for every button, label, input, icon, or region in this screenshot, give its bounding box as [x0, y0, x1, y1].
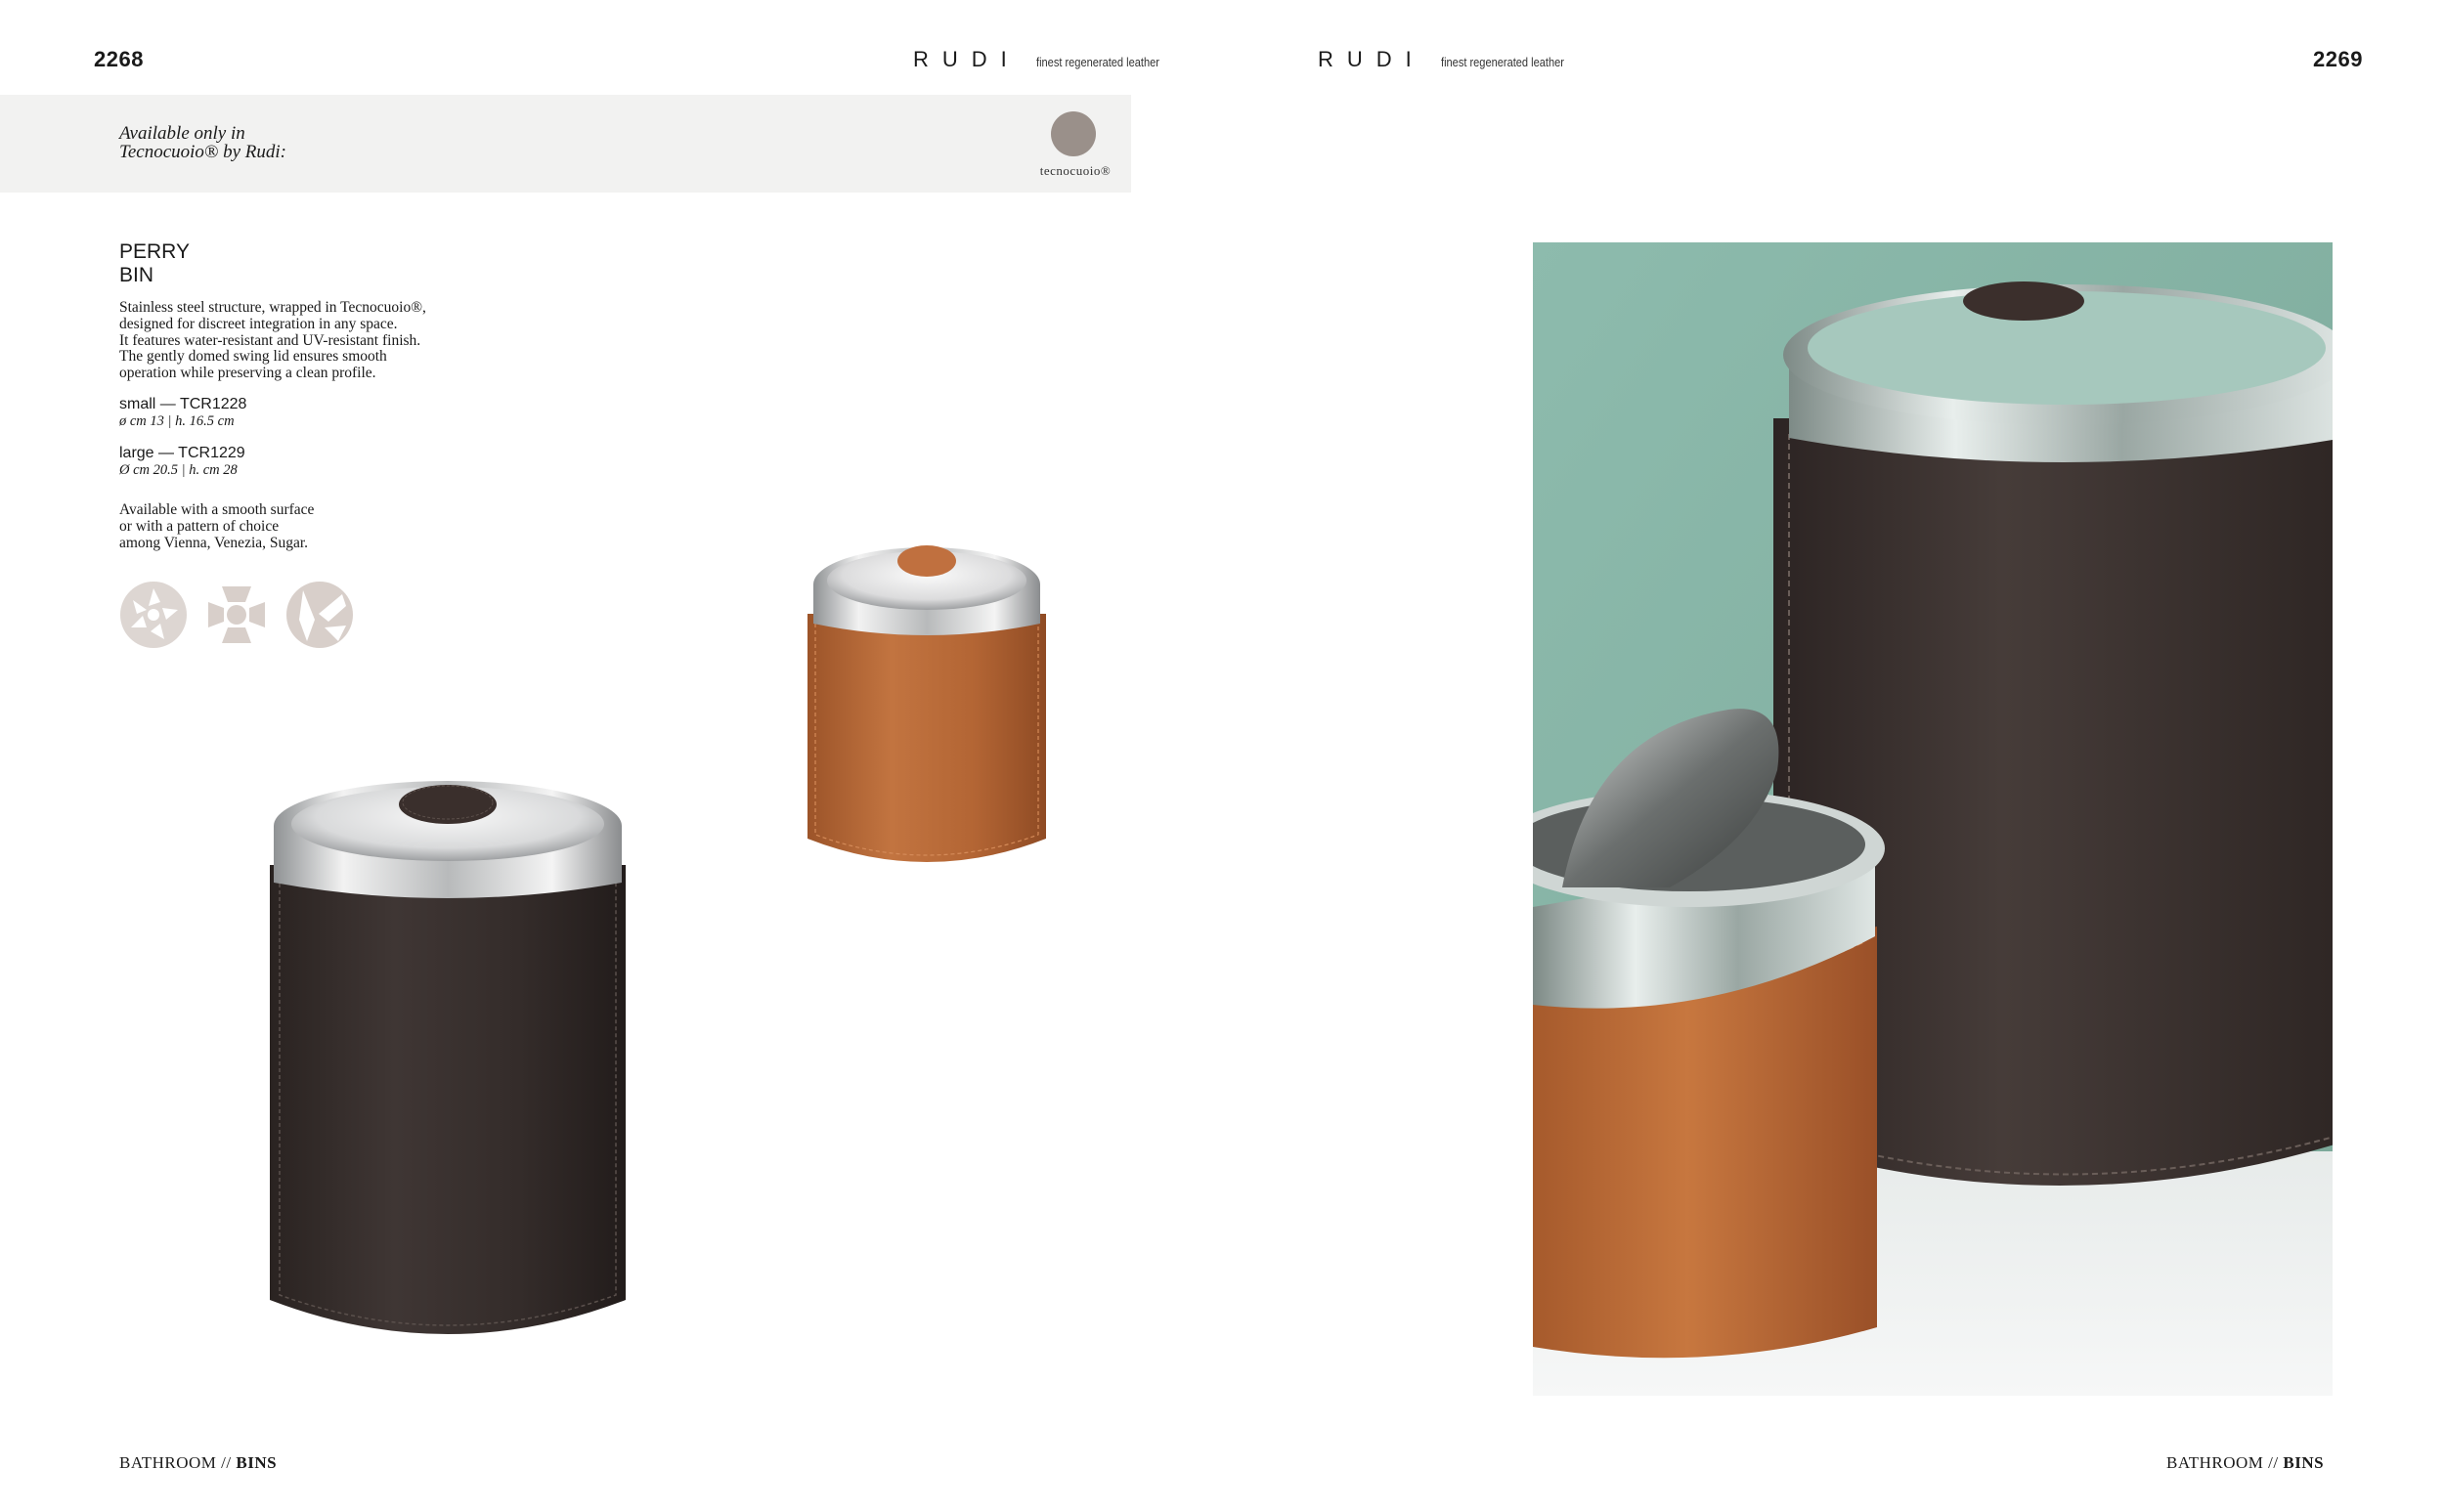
material-swatch [1051, 111, 1096, 156]
description-line: Stainless steel structure, wrapped in Te… [119, 299, 426, 316]
variant-dimensions: ø cm 13 | h. 16.5 cm [119, 413, 235, 429]
product-description: Stainless steel structure, wrapped in Te… [119, 299, 530, 382]
availability-line-1: Available only in [119, 123, 245, 144]
variant-code: small — TCR1228 [119, 396, 247, 412]
lifestyle-photo [1533, 242, 2333, 1396]
brand-header-left: RUDI finest regenerated leather [913, 47, 1181, 72]
variant-code: large — TCR1229 [119, 445, 245, 461]
brand-tagline: finest regenerated leather [1440, 55, 1564, 69]
footer-section-left: BATHROOM // BINS [119, 1453, 277, 1473]
description-line: operation while preserving a clean profi… [119, 365, 376, 382]
brand-header-right: RUDI finest regenerated leather [1318, 47, 1586, 72]
brand-logo-text: RUDI [913, 47, 1021, 71]
finish-note-line: among Vienna, Venezia, Sugar. [119, 534, 309, 551]
product-title-line-1: PERRY [119, 240, 190, 263]
footer-section-label: BATHROOM // [119, 1453, 232, 1472]
availability-text: Available only in Tecnocuoio® by Rudi: [119, 124, 286, 161]
brand-logo-text: RUDI [1318, 47, 1425, 71]
pattern-sugar-swatch [286, 582, 353, 648]
footer-category: BINS [236, 1453, 278, 1472]
pattern-venezia-swatch [203, 582, 270, 648]
finish-note: Available with a smooth surface or with … [119, 501, 315, 551]
brand-tagline: finest regenerated leather [1035, 55, 1159, 69]
large-bin-product-image [270, 781, 626, 1334]
availability-band: Available only in Tecnocuoio® by Rudi: t… [0, 95, 1131, 193]
page-number-left: 2268 [94, 47, 144, 71]
pattern-vienna-swatch [120, 582, 187, 648]
availability-line-2: Tecnocuoio® by Rudi: [119, 142, 286, 162]
footer-category: BINS [2283, 1453, 2325, 1472]
footer-section-label: BATHROOM // [2166, 1453, 2279, 1472]
description-line: It features water-resistant and UV-resis… [119, 331, 421, 349]
variant-small: small — TCR1228 ø cm 13 | h. 16.5 cm [119, 396, 246, 429]
small-bin-product-image [807, 545, 1046, 862]
product-title: PERRY BIN [119, 240, 190, 287]
variant-dimensions: Ø cm 20.5 | h. cm 28 [119, 462, 238, 478]
finish-note-line: or with a pattern of choice [119, 517, 280, 535]
product-title-line-2: BIN [119, 264, 154, 286]
finish-note-line: Available with a smooth surface [119, 501, 315, 518]
description-line: designed for discreet integration in any… [119, 315, 398, 332]
variant-large: large — TCR1229 Ø cm 20.5 | h. cm 28 [119, 445, 245, 478]
description-line: The gently domed swing lid ensures smoot… [119, 348, 387, 366]
page-number-right: 2269 [2313, 47, 2363, 71]
material-label: tecnocuoio® [1039, 163, 1112, 178]
footer-section-right: BATHROOM // BINS [2166, 1453, 2324, 1473]
